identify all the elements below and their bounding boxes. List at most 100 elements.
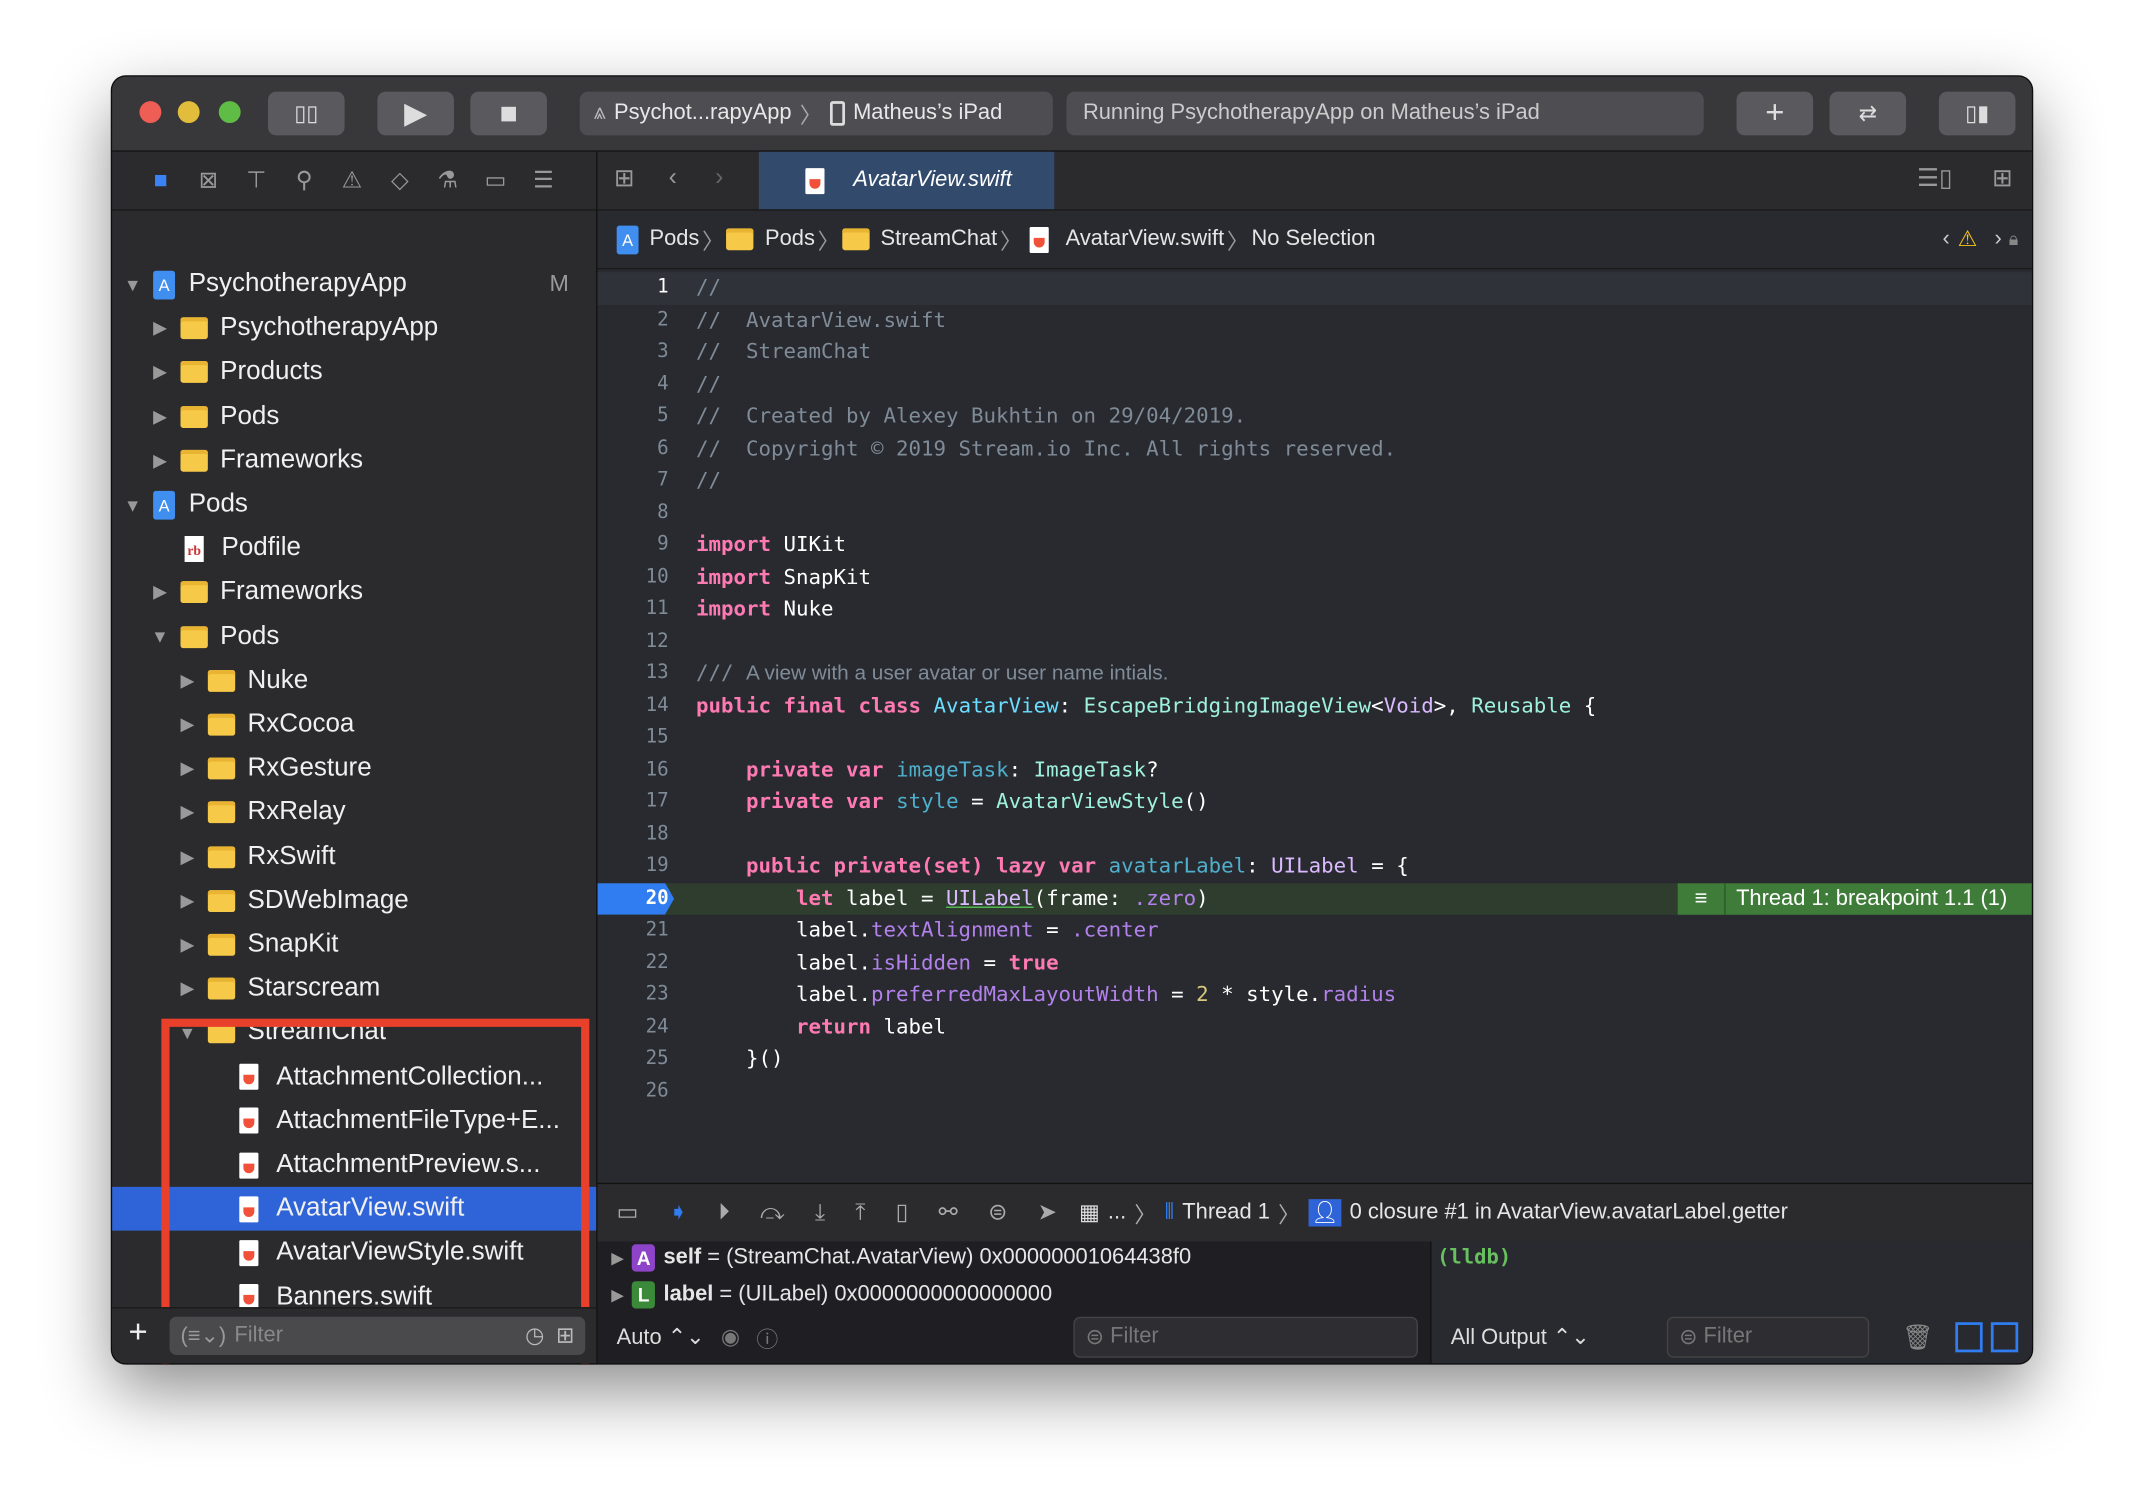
line-number[interactable]: 9	[598, 529, 669, 561]
line-number[interactable]: 14	[598, 690, 669, 722]
console[interactable]: (lldb) All Output ⌃⌄ ⊜ Filter 🗑︎	[1431, 1241, 2032, 1364]
line-number[interactable]: 20	[598, 883, 669, 915]
step-out-icon[interactable]: ⤒	[855, 1199, 865, 1226]
variable-row[interactable]: ▶ Llabel = (UILabel) 0x0000000000000000	[611, 1281, 1052, 1309]
disclosure-open-icon[interactable]: ▼	[150, 626, 169, 647]
editor-options-icon[interactable]: ☰▯	[1917, 164, 1953, 193]
line-number[interactable]: 2	[598, 304, 669, 336]
debug-icon[interactable]: ⚗	[432, 167, 463, 194]
navigator-item[interactable]: ▶ SDWebImage	[112, 879, 596, 923]
split-editor-icon[interactable]: ⊞	[1992, 164, 2013, 193]
disclosure-closed-icon[interactable]: ▶	[178, 890, 197, 912]
breakpoint-icon[interactable]: 20	[597, 882, 675, 915]
jump-bar-item[interactable]: No Selection	[1252, 227, 1376, 252]
navigator-item[interactable]: ▶ PsychotherapyApp	[112, 307, 596, 351]
line-number[interactable]: 10	[598, 561, 669, 593]
line-number[interactable]: 15	[598, 722, 669, 754]
jump-bar-item[interactable]: Pods	[765, 227, 815, 252]
line-number[interactable]: 13	[598, 658, 669, 690]
line-number[interactable]: 12	[598, 626, 669, 658]
thread-annotation[interactable]: ≡ Thread 1: breakpoint 1.1 (1)	[1678, 882, 2032, 915]
line-number[interactable]: 21	[598, 915, 669, 947]
disclosure-closed-icon[interactable]: ▶	[150, 582, 169, 604]
stack-frame-selector[interactable]: 0 closure #1 in AvatarView.avatarLabel.g…	[1350, 1201, 1788, 1226]
related-items-icon[interactable]: ⊞	[614, 164, 635, 193]
test-icon[interactable]: ◇	[384, 167, 415, 194]
line-number[interactable]: 23	[598, 979, 669, 1011]
line-number[interactable]: 18	[598, 818, 669, 850]
back-icon[interactable]: ‹	[669, 163, 677, 192]
trash-icon[interactable]: 🗑︎	[1902, 1323, 1933, 1352]
navigator-item[interactable]: ▼ Pods	[112, 615, 596, 659]
line-number[interactable]: 8	[598, 497, 669, 529]
navigator-item[interactable]: ▶ Frameworks	[112, 439, 596, 483]
close-button[interactable]	[139, 101, 162, 124]
toggle-navigator-button[interactable]: ▯▯	[268, 91, 345, 136]
disclosure-open-icon[interactable]: ▼	[123, 274, 142, 295]
step-into-icon[interactable]: ⤓	[815, 1199, 825, 1226]
scheme-selector[interactable]: ⩓ Psychot...rapyApp 〉 Matheus’s iPad	[579, 91, 1053, 136]
navigator-item[interactable]: ▼ A Pods	[112, 483, 596, 527]
navigator-item[interactable]: ▼ A PsychotherapyApp M	[112, 263, 596, 307]
disclosure-closed-icon[interactable]: ▶	[178, 714, 197, 736]
disclosure-closed-icon[interactable]: ▶	[178, 978, 197, 1000]
search-icon[interactable]: ⚲	[289, 167, 320, 194]
hierarchy-icon[interactable]: ⊤	[241, 167, 272, 194]
warning-icon[interactable]: ⚠	[336, 167, 367, 194]
step-over-icon[interactable]: ⤼	[760, 1199, 785, 1226]
navigator-item[interactable]: AttachmentFileType+E...	[112, 1099, 596, 1143]
tab-avatarview[interactable]: AvatarView.swift	[758, 151, 1055, 210]
disclosure-closed-icon[interactable]: ▶	[178, 934, 197, 956]
navigator-filter[interactable]: (≡⌄) Filter ◷ ⊞	[169, 1316, 586, 1356]
navigator-item[interactable]: ▶ Frameworks	[112, 571, 596, 615]
library-button[interactable]: +	[1736, 91, 1814, 136]
line-number[interactable]: 25	[598, 1043, 669, 1075]
navigator-item[interactable]: ▶ SnapKit	[112, 923, 596, 967]
line-number[interactable]: 24	[598, 1011, 669, 1043]
navigator-item[interactable]: ▶ Nuke	[112, 659, 596, 703]
forward-icon[interactable]: ›	[715, 163, 723, 192]
navigator-item[interactable]: ▶ RxSwift	[112, 835, 596, 879]
hide-debug-area-icon[interactable]: ▭	[617, 1199, 639, 1226]
show-console-icon[interactable]	[1990, 1322, 2019, 1353]
line-number[interactable]: 5	[598, 401, 669, 433]
navigator-item[interactable]: AttachmentCollection...	[112, 1055, 596, 1099]
disclosure-closed-icon[interactable]: ▶	[150, 406, 169, 428]
jump-bar-item[interactable]: StreamChat	[881, 227, 998, 252]
disclosure-open-icon[interactable]: ▼	[178, 1023, 197, 1044]
jump-bar-item[interactable]: Pods	[649, 227, 699, 252]
stop-button[interactable]: ■	[470, 91, 547, 136]
navigator-item[interactable]: AvatarViewStyle.swift	[112, 1231, 596, 1275]
warning-icon[interactable]: ⚠	[1958, 226, 1978, 253]
jump-bar-item[interactable]: AvatarView.swift	[1066, 227, 1224, 252]
app-frame-icon[interactable]: ▦	[1079, 1199, 1100, 1226]
disclosure-closed-icon[interactable]: ▶	[611, 1248, 624, 1267]
breakpoints-toggle-icon[interactable]: ➧	[669, 1199, 688, 1226]
disclosure-closed-icon[interactable]: ▶	[178, 670, 197, 692]
line-number[interactable]: 6	[598, 433, 669, 465]
report-icon[interactable]: ☰	[528, 167, 559, 194]
previous-issue-icon[interactable]: ‹	[1943, 227, 1950, 252]
line-number[interactable]: 22	[598, 947, 669, 979]
navigator-item[interactable]: AvatarView.swift	[112, 1187, 597, 1231]
line-number[interactable]: 17	[598, 786, 669, 818]
navigator-item[interactable]: ▶ Starscream	[112, 967, 596, 1011]
view-debugger-icon[interactable]: ▯	[896, 1199, 909, 1226]
folder-icon[interactable]: ■	[145, 167, 176, 194]
line-number[interactable]: 16	[598, 754, 669, 786]
navigator-item[interactable]: ▼ StreamChat	[112, 1011, 596, 1055]
filter-options-icon[interactable]: (≡⌄)	[180, 1322, 226, 1349]
environment-overrides-icon[interactable]: ⊜	[988, 1199, 1007, 1226]
navigator-item[interactable]: ▶ Products	[112, 351, 596, 395]
output-selector[interactable]: All Output ⌃⌄	[1451, 1324, 1590, 1351]
scm-filter-icon[interactable]: ⊞	[556, 1322, 574, 1349]
variables-filter[interactable]: ⊜ Filter	[1073, 1316, 1418, 1358]
navigator-item[interactable]: ▶ Pods	[112, 395, 596, 439]
disclosure-closed-icon[interactable]: ▶	[150, 362, 169, 384]
minimize-button[interactable]	[177, 101, 200, 124]
disclosure-closed-icon[interactable]: ▶	[611, 1285, 624, 1304]
line-number[interactable]: 3	[598, 336, 669, 368]
memory-graph-icon[interactable]: ⚯	[939, 1199, 958, 1226]
disclosure-closed-icon[interactable]: ▶	[178, 802, 197, 824]
breakpoint-icon[interactable]: ▭	[480, 167, 511, 194]
